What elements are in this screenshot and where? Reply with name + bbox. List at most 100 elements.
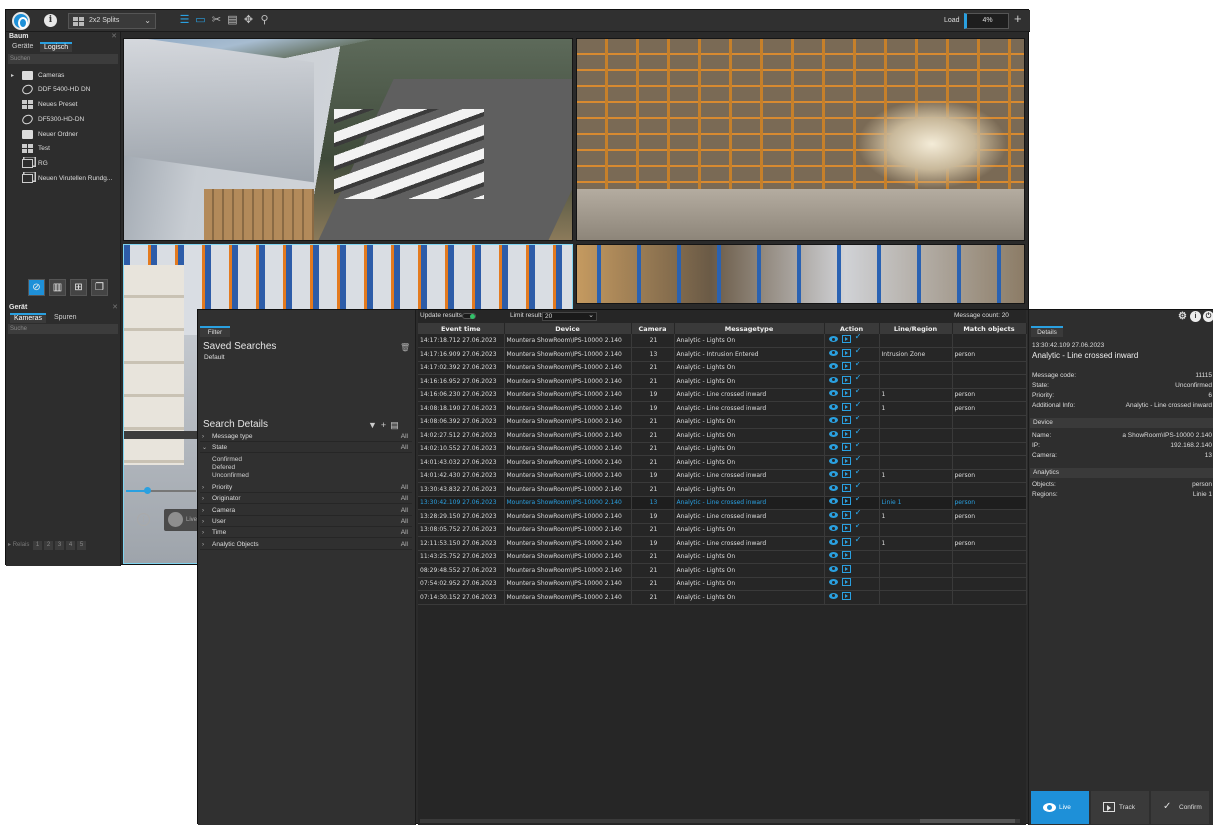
tree-item-cameras[interactable]: Cameras xyxy=(18,69,118,83)
table-row[interactable]: 14:08:18.190 27.06.2023 Mountera ShowRoom… xyxy=(418,401,1027,416)
track-icon[interactable] xyxy=(841,497,851,506)
track-icon[interactable] xyxy=(841,335,851,343)
state-option-confirmed[interactable]: Confirmed xyxy=(212,456,242,463)
power-icon[interactable]: ⏻ xyxy=(1203,311,1213,322)
table-row[interactable]: 14:01:43.032 27.06.2023 Mountera ShowRoom… xyxy=(418,455,1027,470)
eye-icon[interactable] xyxy=(828,498,838,505)
eye-icon[interactable] xyxy=(828,349,838,356)
table-row[interactable]: 07:54:02.952 27.06.2023 Mountera ShowRoom… xyxy=(418,577,1027,591)
checkmark-icon[interactable]: ✓ xyxy=(855,415,863,423)
map-view-button[interactable]: ▥ xyxy=(49,279,66,296)
relais-button[interactable]: 3 xyxy=(55,541,65,550)
checkmark-icon[interactable]: ✓ xyxy=(855,523,863,531)
info-icon[interactable]: i xyxy=(44,14,57,27)
playback-slider[interactable] xyxy=(126,487,196,494)
table-row[interactable]: 14:17:18.712 27.06.2023 Mountera ShowRoom… xyxy=(418,334,1027,348)
track-icon[interactable] xyxy=(841,389,851,398)
table-row[interactable]: 14:16:16.952 27.06.2023 Mountera ShowRoom… xyxy=(418,374,1027,389)
info-icon[interactable]: i xyxy=(1190,311,1201,322)
expand-arrow-icon[interactable]: ▸ xyxy=(11,72,14,79)
tab-spuren[interactable]: Spuren xyxy=(50,313,81,323)
column-header[interactable]: Action xyxy=(824,323,880,334)
split-layout-dropdown[interactable]: 2x2 Splits ⌄ xyxy=(68,13,156,29)
table-row[interactable]: 12:11:53.150 27.06.2023 Mountera ShowRoom… xyxy=(418,536,1027,551)
track-icon[interactable] xyxy=(841,578,851,587)
checkmark-icon[interactable]: ✓ xyxy=(855,483,863,491)
filter-row-priority[interactable]: › Priority All xyxy=(200,483,412,493)
video-tile-warehouse-shelves[interactable] xyxy=(576,38,1025,241)
eye-icon[interactable] xyxy=(828,430,838,437)
eye-icon[interactable] xyxy=(828,579,838,586)
close-icon[interactable]: ✕ xyxy=(112,303,118,311)
eye-icon[interactable] xyxy=(828,592,838,599)
tree-item-neuer-ordner[interactable]: Neuer Ordner xyxy=(18,128,118,142)
checkmark-icon[interactable]: ✓ xyxy=(855,402,863,410)
track-icon[interactable] xyxy=(841,443,851,452)
checkmark-icon[interactable]: ✓ xyxy=(855,442,863,450)
table-row[interactable]: 13:08:05.752 27.06.2023 Mountera ShowRoom… xyxy=(418,523,1027,537)
checkmark-icon[interactable]: ✓ xyxy=(855,510,863,518)
tour-view-button[interactable]: ❐ xyxy=(91,279,108,296)
tree-item-ddf5400[interactable]: DDF 5400-HD DN xyxy=(18,83,118,97)
track-icon[interactable] xyxy=(841,483,851,492)
track-icon[interactable] xyxy=(841,591,851,600)
move-icon[interactable]: ✥ xyxy=(242,14,255,27)
table-row[interactable]: 14:02:27.512 27.06.2023 Mountera ShowRoom… xyxy=(418,428,1027,443)
table-row[interactable]: 07:14:30.152 27.06.2023 Mountera ShowRoom… xyxy=(418,590,1027,605)
tab-details[interactable]: Details xyxy=(1031,326,1063,337)
filter-row-state[interactable]: ⌄ State All xyxy=(200,443,412,453)
tree-view-icon[interactable]: ☰ xyxy=(178,14,191,27)
track-icon[interactable] xyxy=(841,456,851,465)
table-row[interactable]: 14:02:10.552 27.06.2023 Mountera ShowRoom… xyxy=(418,442,1027,456)
eye-icon[interactable] xyxy=(828,552,838,559)
track-icon[interactable] xyxy=(841,537,851,546)
filter-row-analytic-objects[interactable]: › Analytic Objects All xyxy=(200,540,412,550)
track-icon[interactable] xyxy=(841,564,851,573)
checkmark-icon[interactable]: ✓ xyxy=(855,469,863,477)
save-icon[interactable]: ▤ xyxy=(390,420,403,430)
tree-item-virtual-tour[interactable]: Neuen Virutellen Rundg... xyxy=(18,172,118,186)
tree-item-df5300[interactable]: DF5300-HD-DN xyxy=(18,113,118,127)
app-logo-icon[interactable] xyxy=(12,12,30,30)
eye-icon[interactable] xyxy=(828,511,838,518)
filter-row-user[interactable]: › User All xyxy=(200,517,412,527)
eye-icon[interactable] xyxy=(828,525,838,532)
add-icon[interactable]: + xyxy=(381,420,390,430)
checkmark-icon[interactable]: ✓ xyxy=(855,361,863,369)
eye-icon[interactable] xyxy=(828,471,838,478)
filter-row-time[interactable]: › Time All xyxy=(200,528,412,538)
checkmark-icon[interactable]: ✓ xyxy=(855,456,863,464)
trash-icon[interactable]: 🗑 xyxy=(400,343,410,352)
state-option-defered[interactable]: Defered xyxy=(212,464,235,471)
filter-row-originator[interactable]: › Originator All xyxy=(200,494,412,504)
table-row[interactable]: 14:01:42.430 27.06.2023 Mountera ShowRoom… xyxy=(418,469,1027,483)
tab-kameras[interactable]: Kameras xyxy=(10,313,47,323)
track-icon[interactable] xyxy=(841,416,851,425)
eye-icon[interactable] xyxy=(828,484,838,491)
track-icon[interactable] xyxy=(841,429,851,438)
horizontal-scrollbar[interactable] xyxy=(420,819,1020,823)
add-icon[interactable]: + xyxy=(1014,11,1022,26)
relais-button[interactable]: 5 xyxy=(77,541,87,550)
search-icon[interactable]: ⚲ xyxy=(258,14,271,27)
track-icon[interactable] xyxy=(841,375,851,384)
video-tile-warehouse-hall[interactable] xyxy=(576,244,1025,304)
camera-view-button[interactable]: ⊘ xyxy=(28,279,45,296)
eye-icon[interactable] xyxy=(828,417,838,424)
checkmark-icon[interactable]: ✓ xyxy=(855,496,863,504)
tab-filter[interactable]: Filter xyxy=(200,326,230,337)
table-row[interactable]: 14:17:16.909 27.06.2023 Mountera ShowRoom… xyxy=(418,347,1027,362)
tree-item-rg[interactable]: RG xyxy=(18,157,118,171)
filter-row-camera[interactable]: › Camera All xyxy=(200,506,412,516)
column-header[interactable]: Messagetype xyxy=(674,323,825,334)
checkmark-icon[interactable]: ✓ xyxy=(855,334,863,342)
tree-search-input[interactable]: Suchen xyxy=(8,54,118,64)
track-icon[interactable] xyxy=(841,348,851,357)
track-icon[interactable] xyxy=(841,402,851,411)
settings-icon[interactable]: ⚙ xyxy=(1177,311,1188,322)
eye-icon[interactable] xyxy=(828,538,838,545)
track-button[interactable]: Track xyxy=(1091,791,1149,824)
table-row[interactable]: 13:28:29.150 27.06.2023 Mountera ShowRoom… xyxy=(418,509,1027,524)
checkmark-icon[interactable]: ✓ xyxy=(855,375,863,383)
limit-results-select[interactable]: 20 ⌄ xyxy=(542,312,597,321)
